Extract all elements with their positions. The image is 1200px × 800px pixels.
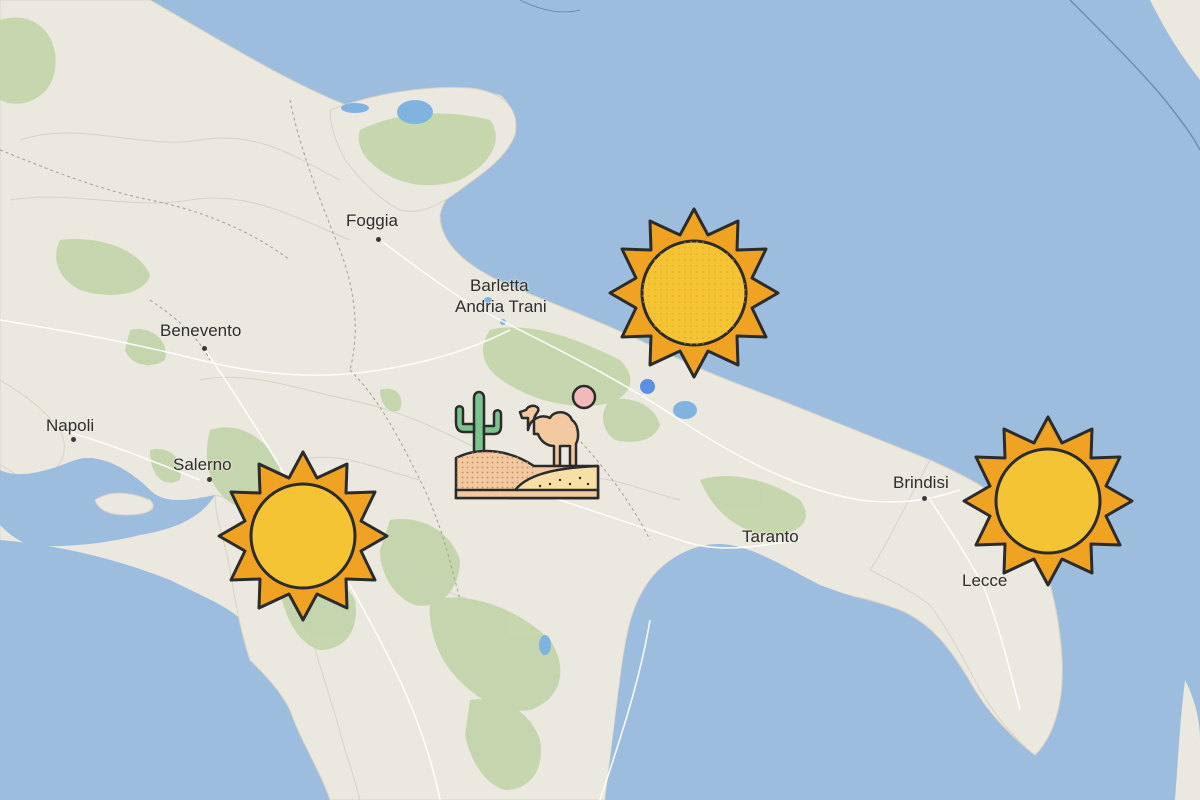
map-view[interactable]: Foggia Barletta Andria Trani Benevento N… xyxy=(0,0,1200,800)
city-dot-benevento xyxy=(202,346,207,351)
city-dot-napoli xyxy=(71,437,76,442)
city-label-barletta[interactable]: Barletta xyxy=(470,276,529,296)
sun-icon xyxy=(962,415,1134,587)
sun-icon xyxy=(608,207,780,379)
desert-camel-cactus-icon xyxy=(454,384,600,500)
sun-icon xyxy=(217,450,389,622)
city-dot-salerno xyxy=(207,477,212,482)
city-dot-foggia xyxy=(376,237,381,242)
city-label-taranto[interactable]: Taranto xyxy=(742,527,799,547)
city-label-benevento[interactable]: Benevento xyxy=(160,321,241,341)
city-dot-brindisi xyxy=(922,496,927,501)
city-label-andria-trani[interactable]: Andria Trani xyxy=(455,297,547,317)
city-label-foggia[interactable]: Foggia xyxy=(346,211,398,231)
location-marker[interactable] xyxy=(640,379,655,394)
city-label-brindisi[interactable]: Brindisi xyxy=(893,473,949,493)
city-label-napoli[interactable]: Napoli xyxy=(46,416,94,436)
